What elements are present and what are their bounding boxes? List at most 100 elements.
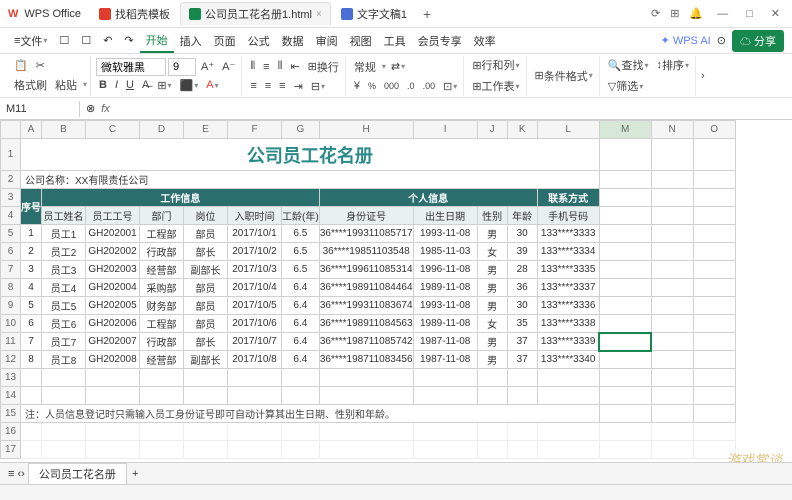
cell-hire[interactable]: 2017/10/7 [228,333,282,351]
menu-insert[interactable]: 插入 [174,30,208,52]
cell-yrs[interactable]: 6.4 [282,297,320,315]
cell-age[interactable]: 28 [507,261,537,279]
cell-name[interactable]: 员工8 [42,351,86,369]
cell[interactable] [537,387,599,405]
cell[interactable] [319,441,413,459]
cell[interactable] [42,369,86,387]
cell-gender[interactable]: 男 [477,225,507,243]
cell-hire[interactable]: 2017/10/1 [228,225,282,243]
row-header[interactable]: 11 [1,333,21,351]
cell-dept[interactable]: 财务部 [140,297,184,315]
cell[interactable] [651,423,693,441]
cell[interactable] [507,369,537,387]
menu-home[interactable]: 开始 [140,29,174,53]
col-header-G[interactable]: G [282,121,320,139]
col-header-H[interactable]: H [319,121,413,139]
apps-icon[interactable]: ⊞ [670,7,679,20]
bold-icon[interactable]: B [96,77,110,93]
cell[interactable] [537,441,599,459]
cell-seq[interactable]: 7 [21,333,42,351]
cell-phone[interactable]: 133****3336 [537,297,599,315]
paste-button[interactable]: 粘贴 [52,75,80,95]
cell[interactable] [228,441,282,459]
cell[interactable] [651,441,693,459]
cell-dept[interactable]: 行政部 [140,243,184,261]
minimize-button[interactable]: — [713,6,732,22]
align-left-icon[interactable]: ≡ [247,78,259,94]
col-header-O[interactable]: O [693,121,735,139]
cell[interactable] [42,423,86,441]
menu-tools[interactable]: 工具 [378,30,412,52]
cell-phone[interactable]: 133****3338 [537,315,599,333]
cell[interactable] [140,387,184,405]
cell-empno[interactable]: GH202001 [86,225,140,243]
bell-icon[interactable]: 🔔 [689,7,703,20]
fx-cancel-icon[interactable]: ⊗ [86,102,95,115]
cell[interactable] [507,387,537,405]
font-name-select[interactable] [96,58,166,76]
cell-dept[interactable]: 工程部 [140,315,184,333]
dec-inc-icon[interactable]: .0 [404,79,418,93]
cell-birth[interactable]: 1989-11-08 [413,279,477,297]
col-header-C[interactable]: C [86,121,140,139]
cell[interactable] [693,225,735,243]
row-header[interactable]: 10 [1,315,21,333]
cell[interactable] [140,441,184,459]
thousands-icon[interactable]: 000 [381,79,402,93]
share-button[interactable]: ☁ 分享 [732,30,784,52]
menu-efficiency[interactable]: 效率 [468,30,502,52]
cell[interactable] [651,351,693,369]
menu-formula[interactable]: 公式 [242,30,276,52]
col-header-I[interactable]: I [413,121,477,139]
cell[interactable] [693,423,735,441]
row-header[interactable]: 9 [1,297,21,315]
number-format[interactable]: 常规 [351,57,379,77]
cell-pos[interactable]: 部员 [184,297,228,315]
worksheet-button[interactable]: ⊞ 工作表▾ [469,76,522,96]
cell-age[interactable]: 35 [507,315,537,333]
merge-icon[interactable]: ⊞ 换行 [305,57,342,77]
col-header-F[interactable]: F [228,121,282,139]
type-icon[interactable]: ⊡▾ [440,78,460,95]
indent-right-icon[interactable]: ⇥ [291,78,306,95]
cell[interactable] [693,297,735,315]
align-bot-icon[interactable]: ⦀ [275,58,286,75]
cell-pos[interactable]: 副部长 [184,261,228,279]
cell-gender[interactable]: 男 [477,261,507,279]
col-header-B[interactable]: B [42,121,86,139]
menu-view[interactable]: 视图 [344,30,378,52]
cell[interactable] [282,423,320,441]
cell-gender[interactable]: 男 [477,351,507,369]
cell[interactable] [184,369,228,387]
menu-data[interactable]: 数据 [276,30,310,52]
menu-icon-2[interactable]: ☐ [75,31,97,50]
spreadsheet-grid[interactable]: ABCDEFGHIJKLMNO1公司员工花名册2公司名称：XX有限责任公司3序号… [0,120,792,490]
cell-name[interactable]: 员工6 [42,315,86,333]
cell[interactable] [184,423,228,441]
cell[interactable] [537,369,599,387]
cell[interactable] [21,387,42,405]
cell-empno[interactable]: GH202004 [86,279,140,297]
sheet-add-icon[interactable]: + [129,468,138,480]
sync-icon[interactable]: ⟳ [651,7,660,20]
cell-yrs[interactable]: 6.5 [282,225,320,243]
cell[interactable] [21,441,42,459]
undo-icon[interactable]: ↶ [97,31,118,50]
cell-birth[interactable]: 1993-11-08 [413,225,477,243]
cell-phone[interactable]: 133****3337 [537,279,599,297]
cell-empno[interactable]: GH202006 [86,315,140,333]
wps-ai-button[interactable]: ✦ WPS AI [661,34,711,47]
cell[interactable] [140,423,184,441]
cell[interactable] [651,243,693,261]
cell[interactable] [651,333,693,351]
cell-name[interactable]: 员工7 [42,333,86,351]
row-header[interactable]: 14 [1,387,21,405]
cell-id[interactable]: 36****198711085742 [319,333,413,351]
cell-yrs[interactable]: 6.5 [282,261,320,279]
indent-left-icon[interactable]: ⇤ [287,58,302,75]
cell[interactable] [228,369,282,387]
cell-seq[interactable]: 8 [21,351,42,369]
cell[interactable] [86,387,140,405]
row-header[interactable]: 5 [1,225,21,243]
cell[interactable] [184,441,228,459]
